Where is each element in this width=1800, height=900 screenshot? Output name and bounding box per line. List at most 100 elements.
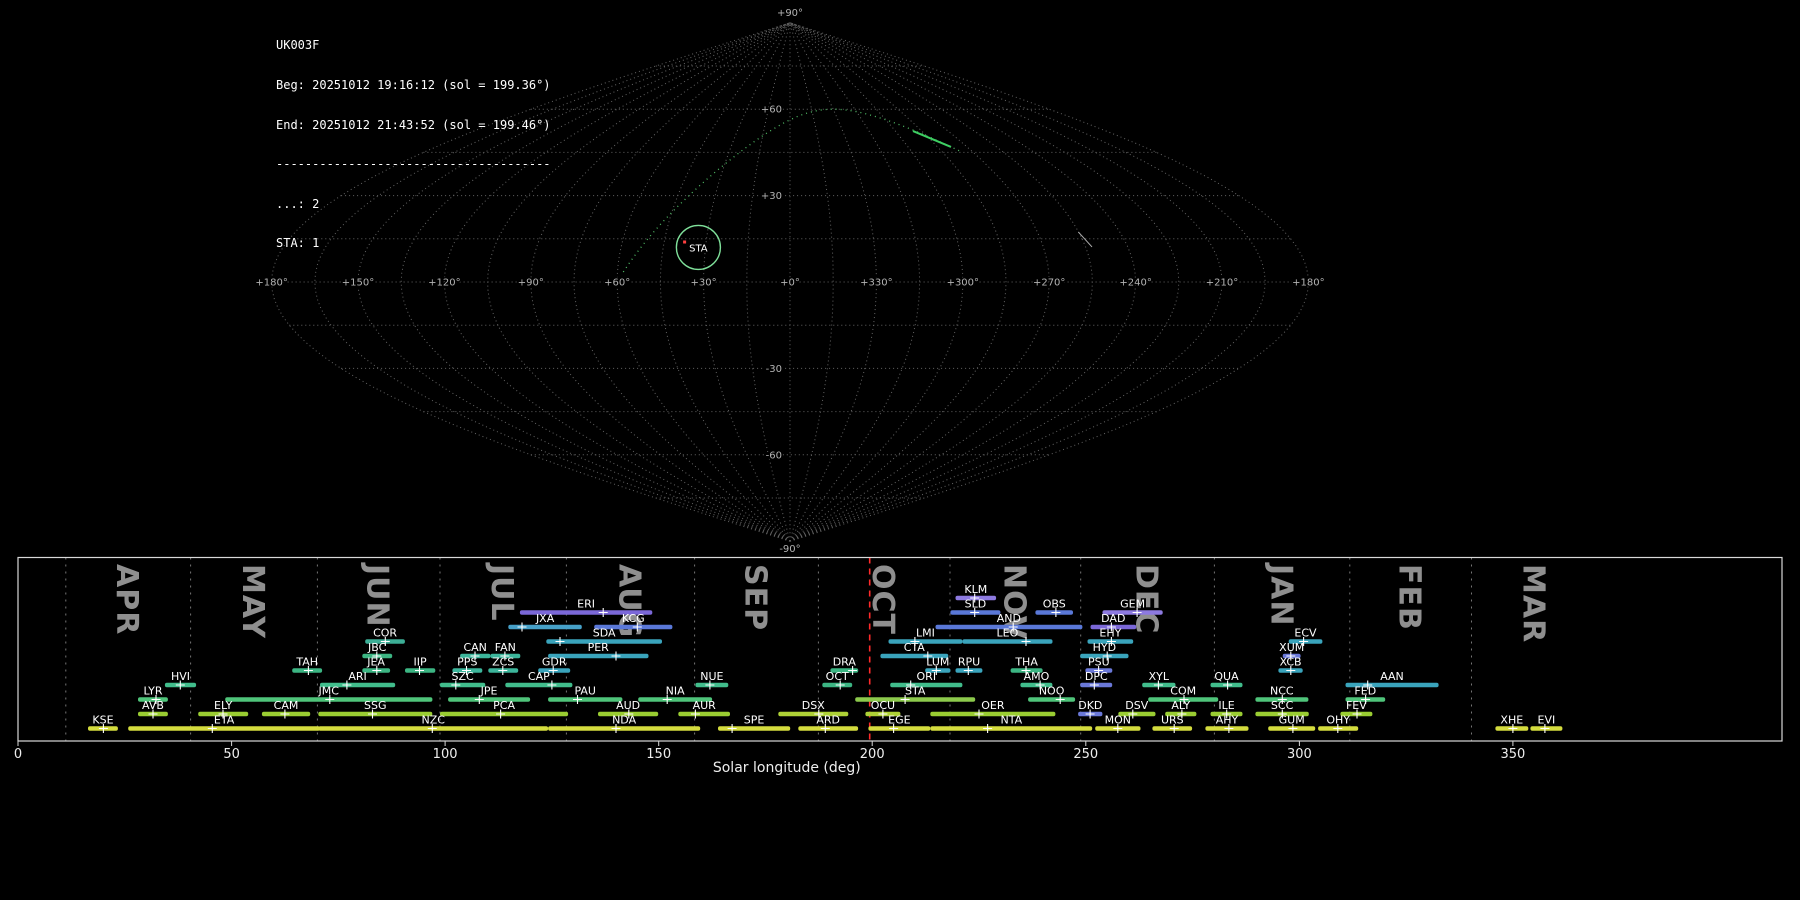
separator-line: -------------------------------------- [276,157,551,172]
shower-label: XHE [1500,714,1523,727]
shower-label: JBC [367,641,387,654]
equator-longitude-label: +0° [780,278,800,289]
shower-label: DSV [1125,699,1148,712]
shower-label: XCB [1280,656,1302,669]
shower-label: CAP [528,670,550,683]
x-tick-label: 200 [860,747,885,762]
x-tick-label: 0 [14,747,22,762]
shower-label: THA [1014,656,1038,669]
shower-label: GEM [1120,598,1145,611]
shower-label: OCU [871,699,895,712]
shower-label: XYL [1149,670,1170,683]
equator-longitude-label: +120° [428,278,460,289]
shower-bar [678,711,730,717]
peak-marker [555,637,565,646]
shower-label: DRA [833,656,857,669]
equator-longitude-label: +150° [342,278,374,289]
observation-info: UK003F Beg: 20251012 19:16:12 (sol = 199… [276,13,551,277]
shower-label: PCA [493,699,515,712]
equator-longitude-label: +240° [1119,278,1151,289]
equator-longitude-label: +180° [255,278,287,289]
month-label: FEB [1391,564,1426,631]
shower-label: DAD [1101,612,1125,625]
shower-label: AND [997,612,1021,625]
shower-label: IIP [414,656,427,669]
shower-label: NDA [612,714,637,727]
shower-DPC: DPC [1080,670,1113,690]
peak-marker [611,651,621,661]
shower-NTA: NTA [930,714,1093,733]
shower-OBS: OBS [1035,598,1073,617]
shower-label: GDR [542,656,567,669]
shower-URS: URS [1152,714,1193,733]
shower-OCT: OCT [822,670,853,690]
x-tick-label: 300 [1287,747,1312,762]
shower-label: EHY [1099,627,1121,640]
latitude-label: +30 [761,191,782,202]
month-label: JUN [360,562,395,628]
latitude-label: +60 [761,105,782,116]
shower-label: NZC [421,714,445,727]
shower-label: HVI [171,670,190,683]
shower-label: CAN [463,641,486,654]
shower-CAM: CAM [261,699,311,719]
shower-label: AHY [1216,714,1239,727]
shower-JPE: JPE [448,685,531,704]
x-tick-label: 50 [223,747,240,762]
shower-label: LMI [916,627,935,640]
pole-label-north: +90° [777,8,803,19]
peak-marker [727,724,737,733]
shower-label: TAH [295,656,318,669]
x-axis: 0 50 100 150 200 250 300 350 Solar longitude (de… [14,741,1525,776]
shower-label: JMC [317,685,339,698]
shower-label: SCC [1271,699,1294,712]
peak-marker [598,608,608,617]
latitude-label: -30 [766,364,782,375]
x-tick-label: 100 [433,747,458,762]
shower-NOO: NOO [1028,685,1076,704]
x-tick-label: 350 [1500,747,1525,762]
equator-longitude-label: +180° [1292,278,1324,289]
shower-label: LUM [926,656,949,669]
shower-label: EVI [1538,714,1556,727]
shower-label: MON [1105,714,1131,727]
shower-label: SSG [364,699,387,712]
shower-label: PPS [457,656,477,669]
shower-label: FAN [495,641,516,654]
radiant-drift-curve [622,108,960,273]
month-label: JAN [1263,562,1298,627]
shower-ETA: ETA [128,714,320,733]
month-label: MAY [235,564,270,639]
shower-label: PSU [1088,656,1110,669]
activity-timeline-plot: APR MAY JUN JUL AUG SEP OCT NOV DEC JAN FEB MARKLME… [14,556,1783,776]
shower-EVI: EVI [1530,714,1563,733]
shower-AHY: AHY [1205,714,1249,733]
shower-SSG: SSG [318,699,433,719]
shower-label: GUM [1279,714,1305,727]
shower-label: NOO [1039,685,1065,698]
shower-label: PER [588,641,610,654]
shower-label: STA [905,685,926,698]
shower-label: XUM [1279,641,1304,654]
shower-label: OBS [1043,598,1066,611]
shower-label: FED [1354,685,1376,698]
shower-QUA: QUA [1210,670,1243,690]
shower-label: OHY [1326,714,1350,727]
peak-marker [983,724,993,733]
shower-bar [890,682,963,688]
shower-label: LYR [143,685,162,698]
meteor-trail [912,130,952,148]
shower-HVI: HVI [164,670,197,690]
shower-JMC: JMC [225,685,433,704]
x-axis-title: Solar longitude (deg) [713,760,861,776]
shower-label: COR [373,627,397,640]
shower-SPE: SPE [718,714,791,733]
shower-TAH: TAH [292,656,323,675]
shower-label: CAM [274,699,299,712]
shower-label: OCT [826,670,849,683]
shower-label: DSX [802,699,825,712]
shower-label: ERI [577,598,595,611]
equator-longitude-label: +300° [947,278,979,289]
shower-label: JXA [535,612,555,625]
shower-SLD: SLD [950,598,1001,617]
